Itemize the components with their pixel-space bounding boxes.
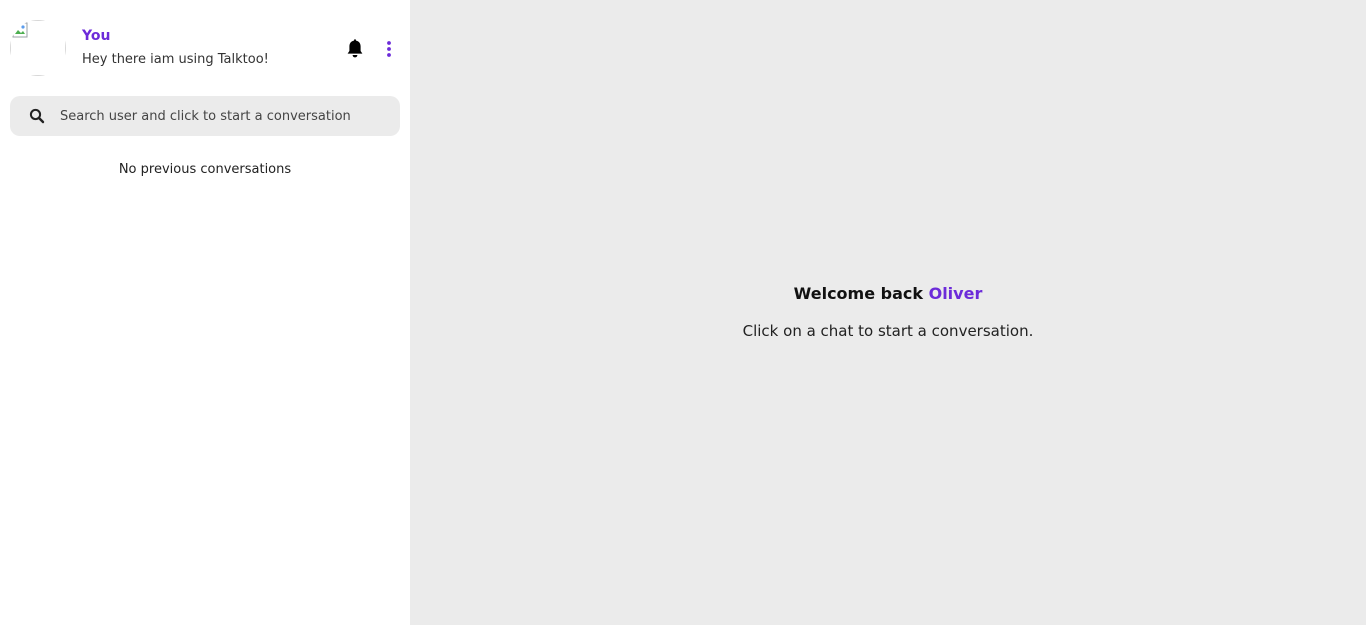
welcome-heading: Welcome back Oliver	[410, 284, 1366, 303]
more-options-button[interactable]	[384, 40, 394, 58]
search-bar[interactable]	[10, 96, 400, 136]
search-icon	[29, 108, 45, 124]
profile-name: You	[82, 28, 111, 44]
app-root: You Hey there iam using Talktoo! Search …	[0, 0, 1366, 625]
bell-icon	[347, 39, 363, 58]
main-panel: Welcome back Oliver Click on a chat to s…	[410, 0, 1366, 625]
empty-conversations-message: No previous conversations	[118, 162, 292, 177]
welcome-prefix: Welcome back	[793, 284, 924, 303]
search-input[interactable]	[60, 96, 390, 136]
sidebar: You Hey there iam using Talktoo! Search …	[0, 0, 410, 625]
profile-status: Hey there iam using Talktoo!	[82, 52, 269, 67]
more-vertical-icon	[387, 41, 391, 57]
welcome-user-name: Oliver	[928, 284, 983, 303]
welcome-subtitle: Click on a chat to start a conversation.	[742, 322, 1034, 340]
notifications-button[interactable]	[346, 39, 364, 59]
avatar[interactable]	[10, 20, 66, 76]
profile-header: You Hey there iam using Talktoo!	[10, 20, 400, 76]
broken-image-icon	[10, 20, 66, 76]
